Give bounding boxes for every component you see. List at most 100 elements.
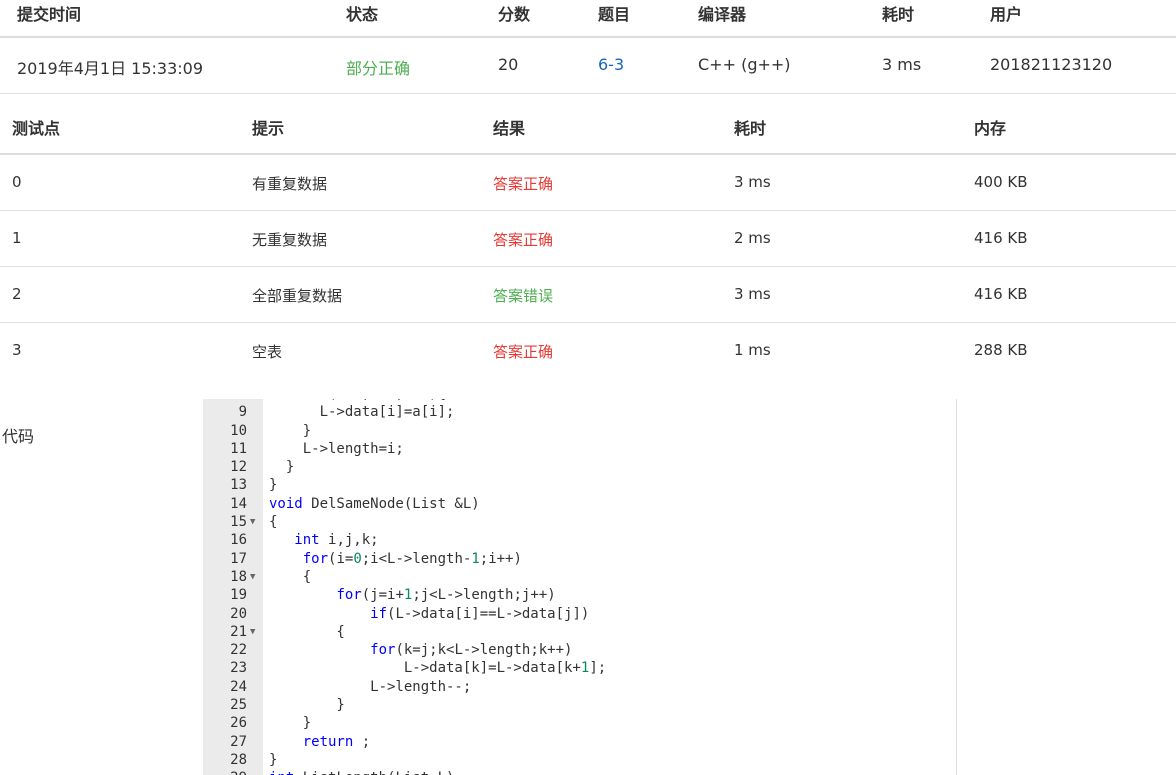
line-number: 19 xyxy=(230,587,247,604)
testcase-memory: 288 KB xyxy=(974,341,1028,359)
testcase-time: 3 ms xyxy=(734,285,771,303)
testcase-result: 答案错误 xyxy=(493,287,554,305)
code-text: } xyxy=(269,715,312,732)
code-line: 10 } xyxy=(203,422,956,440)
line-number: 15 xyxy=(230,514,247,531)
testcase-id: 3 xyxy=(12,341,22,359)
testcase-time: 2 ms xyxy=(734,229,771,247)
table-row: 2 全部重复数据 答案错误 3 ms 416 KB xyxy=(0,267,1176,323)
code-line: 23 L->data[k]=L->data[k+1]; xyxy=(203,659,956,677)
testcase-memory: 416 KB xyxy=(974,229,1028,247)
code-text: } xyxy=(269,459,295,476)
code-line: 15 ▼ { xyxy=(203,513,956,531)
score: 20 xyxy=(498,55,519,74)
code-text: for(i=0;i<L->length-1;i++) xyxy=(302,550,522,567)
code-line: 14 void DelSameNode(List &L) xyxy=(203,495,956,513)
header-problem: 题目 xyxy=(598,5,631,24)
line-number: 22 xyxy=(230,642,247,659)
header-elapsed: 耗时 xyxy=(882,5,915,24)
code-text: for(k=j;k<L->length;k++) xyxy=(370,642,573,659)
testcase-hint: 无重复数据 xyxy=(252,231,328,249)
code-text: return ; xyxy=(302,733,371,750)
line-number: 20 xyxy=(230,605,247,622)
code-text: L->length--; xyxy=(269,678,472,695)
testcase-result: 答案正确 xyxy=(493,231,554,249)
code-line: 16 int i,j,k; xyxy=(203,531,956,549)
submit-time: 2019年4月1日 15:33:09 xyxy=(17,59,204,78)
code-lines[interactable]: 8 for(i=0;i<n;i++){9 L->data[i]=a[i];10 … xyxy=(203,399,956,775)
header-compiler: 编译器 xyxy=(698,5,747,24)
code-editor[interactable]: 8 for(i=0;i<n;i++){9 L->data[i]=a[i];10 … xyxy=(203,399,957,775)
testcase-hint: 空表 xyxy=(252,343,283,361)
code-line: 19 for(j=i+1;j<L->length;j++) xyxy=(203,586,956,604)
code-line: 11 L->length=i; xyxy=(203,440,956,458)
testcase-result: 答案正确 xyxy=(493,343,554,361)
problem-link[interactable]: 6-3 xyxy=(598,55,624,74)
line-number: 16 xyxy=(230,532,247,549)
line-number: 9 xyxy=(238,404,247,421)
line-number: 26 xyxy=(230,715,247,732)
line-number: 24 xyxy=(230,678,247,695)
line-number: 28 xyxy=(230,751,247,768)
code-text: } xyxy=(269,751,278,768)
code-text: int i,j,k; xyxy=(294,532,379,549)
line-number: 21 xyxy=(230,623,247,640)
testcase-memory: 416 KB xyxy=(974,285,1028,303)
user: 201821123120 xyxy=(990,55,1113,74)
code-line: 24 L->length--; xyxy=(203,678,956,696)
compiler: C++ (g++) xyxy=(698,55,791,74)
code-line: 27 return ; xyxy=(203,733,956,751)
fold-arrow-icon[interactable]: ▼ xyxy=(250,623,255,641)
code-text: int ListLength(List L) xyxy=(269,769,454,775)
code-text: { xyxy=(269,568,312,585)
line-number: 23 xyxy=(230,660,247,677)
line-number: 18 xyxy=(230,568,247,585)
testcase-id: 1 xyxy=(12,229,22,247)
code-text: L->data[k]=L->data[k+1]; xyxy=(269,660,607,677)
code-text: L->length=i; xyxy=(269,440,404,457)
testcase-time: 1 ms xyxy=(734,341,771,359)
line-number: 10 xyxy=(230,422,247,439)
header-hint: 提示 xyxy=(252,119,285,138)
header-time: 耗时 xyxy=(734,119,767,138)
code-line: 20 if(L->data[i]==L->data[j]) xyxy=(203,605,956,623)
testcase-hint: 全部重复数据 xyxy=(252,287,343,305)
fold-arrow-icon[interactable]: ▼ xyxy=(250,568,255,586)
line-number: 25 xyxy=(230,697,247,714)
code-text: } xyxy=(269,422,312,439)
testcase-memory: 400 KB xyxy=(974,173,1028,191)
code-line: 12 } xyxy=(203,458,956,476)
submission-table-header: 提交时间 状态 分数 题目 编译器 耗时 用户 xyxy=(0,0,1176,38)
header-memory: 内存 xyxy=(974,119,1007,138)
code-label: 代码 xyxy=(1,427,34,446)
code-line: 18 ▼ { xyxy=(203,568,956,586)
header-status: 状态 xyxy=(346,5,379,24)
code-line: 13} xyxy=(203,476,956,494)
line-number: 13 xyxy=(230,477,247,494)
fold-arrow-icon[interactable]: ▼ xyxy=(250,513,255,531)
testcase-id: 0 xyxy=(12,173,22,191)
header-user: 用户 xyxy=(990,5,1023,24)
code-text: for(j=i+1;j<L->length;j++) xyxy=(336,587,556,604)
line-number: 12 xyxy=(230,459,247,476)
line-number: 11 xyxy=(230,440,247,457)
line-number: 17 xyxy=(230,550,247,567)
testcase-result: 答案正确 xyxy=(493,175,554,193)
header-result: 结果 xyxy=(493,119,526,138)
table-row: 3 空表 答案正确 1 ms 288 KB xyxy=(0,323,1176,378)
submission-row: 2019年4月1日 15:33:09 部分正确 20 6-3 C++ (g++)… xyxy=(0,38,1176,94)
testcase-hint: 有重复数据 xyxy=(252,175,328,193)
header-testcase: 测试点 xyxy=(12,119,61,138)
elapsed: 3 ms xyxy=(882,55,922,74)
status-partial: 部分正确 xyxy=(346,59,411,78)
code-line: 17 for(i=0;i<L->length-1;i++) xyxy=(203,550,956,568)
testcase-id: 2 xyxy=(12,285,22,303)
testcase-table-header: 测试点 提示 结果 耗时 内存 xyxy=(0,94,1176,155)
line-number: 27 xyxy=(230,733,247,750)
code-text: void DelSameNode(List &L) xyxy=(269,495,480,512)
line-number: 29 xyxy=(203,769,247,775)
code-line: 9 L->data[i]=a[i]; xyxy=(203,403,956,421)
code-line: 29 int ListLength(List L) xyxy=(203,769,956,775)
code-line: 28} xyxy=(203,751,956,769)
code-line: 22 for(k=j;k<L->length;k++) xyxy=(203,641,956,659)
